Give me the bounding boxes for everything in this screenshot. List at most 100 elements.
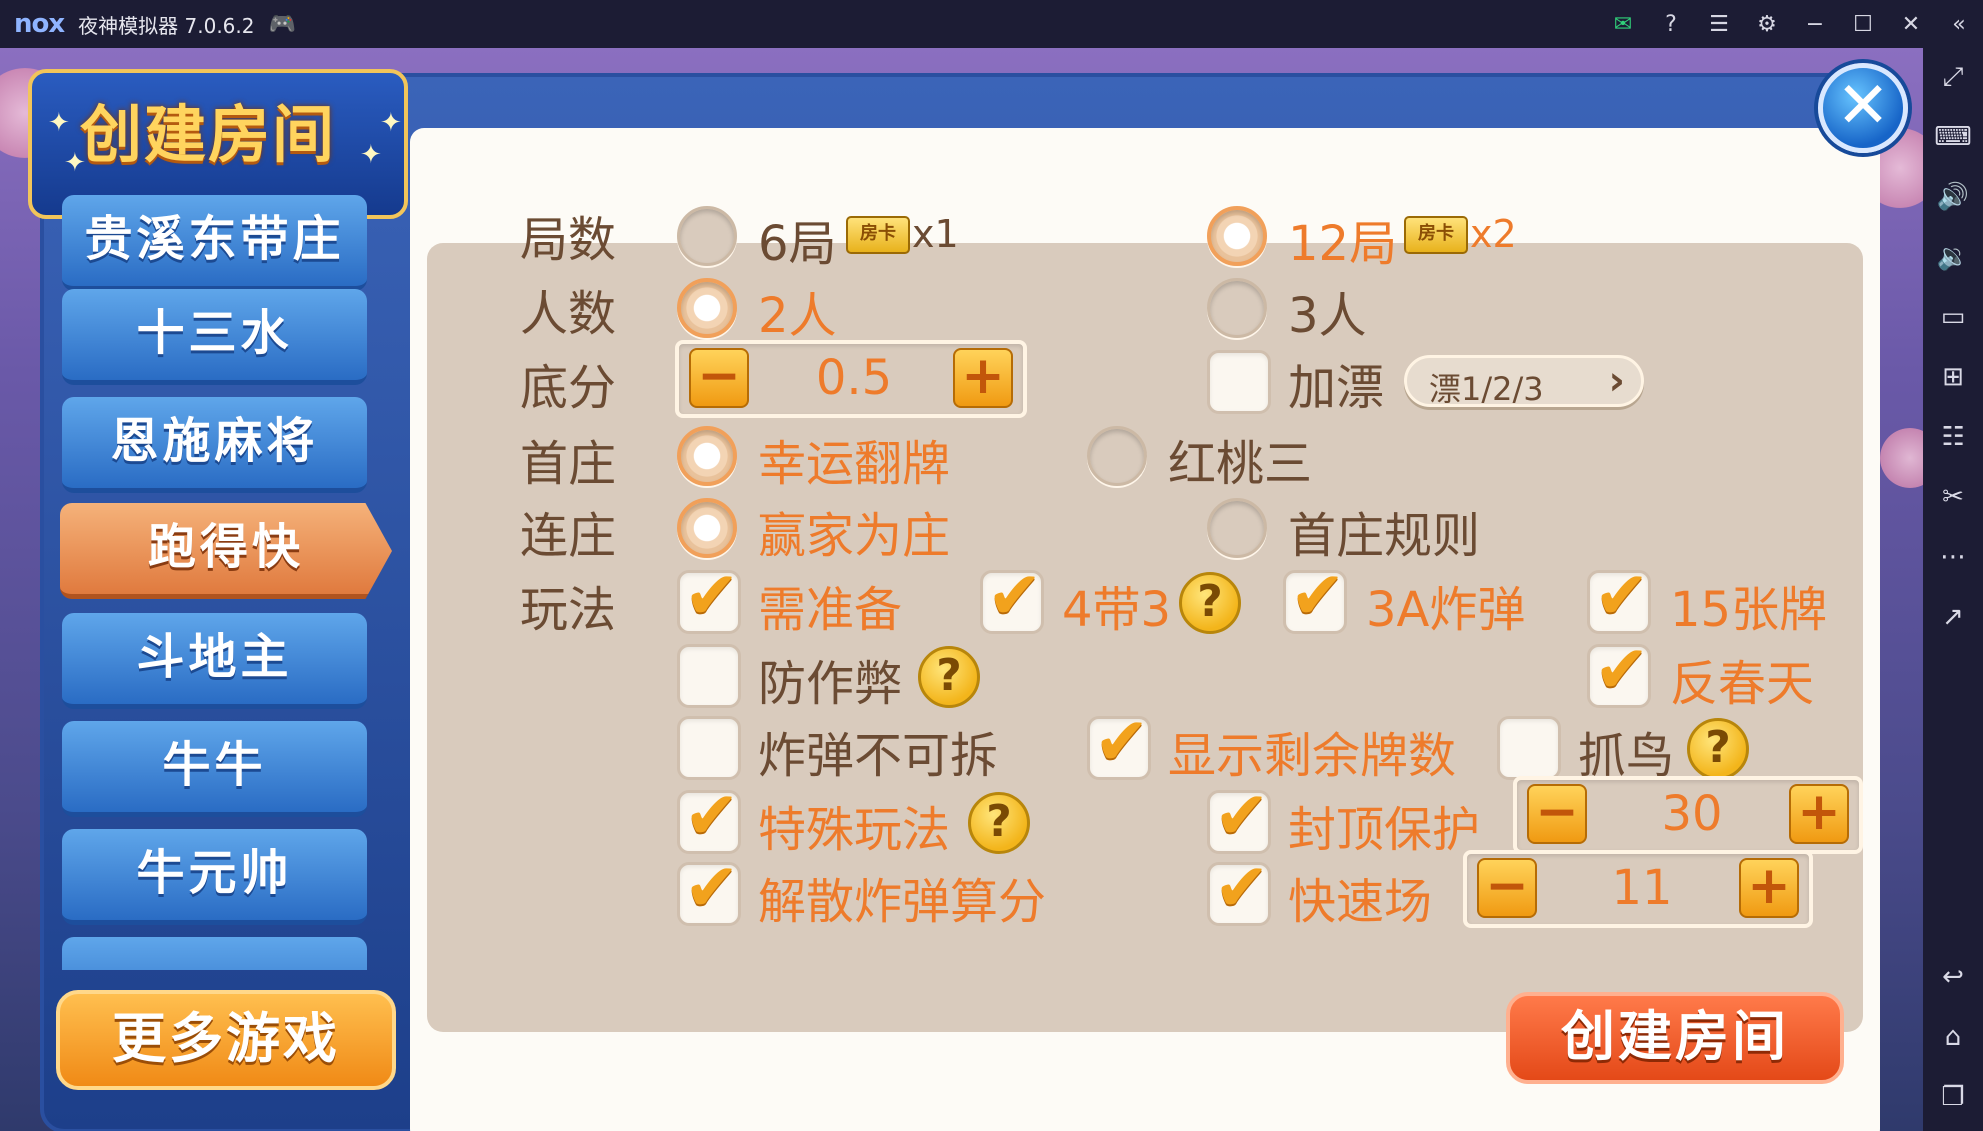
first-banker-rule-radio[interactable] [1207,498,1267,558]
anti-cheat-checkbox[interactable] [677,644,741,708]
anti-cheat-help-icon[interactable]: ? [918,646,980,708]
create-room-button[interactable]: 创建房间 [1506,992,1844,1084]
anti-cheat-text: 防作弊 [758,656,903,712]
players-2-radio[interactable] [677,278,737,338]
back-icon[interactable]: ↩ [1923,962,1983,992]
window-title: 夜神模拟器 7.0.6.2 [78,13,255,38]
room-card-icon: 房卡 [846,216,910,254]
base-score-minus-button[interactable]: − [689,348,749,408]
check-icon: ✔ [1290,557,1346,634]
cap-protect-checkbox[interactable]: ✔ [1207,777,1271,854]
check-icon: ✔ [1094,703,1150,780]
cap-protect-minus-button[interactable]: − [1527,784,1587,844]
cap-protect-value: 30 [1661,786,1723,842]
close-dialog-button[interactable]: ✕ [1818,63,1908,153]
close-icon[interactable]: ✕ [1887,12,1935,37]
recent-apps-icon[interactable]: ❐ [1923,1082,1983,1112]
quick-game-text: 快速场 [1288,874,1433,930]
quick-game-minus-button[interactable]: − [1477,858,1537,918]
game-item-partial[interactable] [62,937,367,970]
minimize-icon[interactable]: − [1791,12,1839,37]
piao-select[interactable]: 漂1/2/3 › [1404,355,1644,408]
apk-install-icon[interactable]: ⊞ [1923,362,1983,392]
dissolve-bomb-text: 解散炸弹算分 [758,874,1047,930]
more-icon[interactable]: ⋯ [1923,542,1983,572]
maximize-icon[interactable]: ☐ [1839,12,1887,37]
bomb-no-split-checkbox[interactable] [677,716,741,780]
need-ready-checkbox[interactable]: ✔ [677,557,741,634]
base-score-value: 0.5 [815,350,893,406]
blossom-decoration [1880,428,1923,488]
help-icon[interactable]: ? [1647,12,1695,37]
menu-icon[interactable]: ☰ [1695,12,1743,37]
game-item-paodekuai[interactable]: 跑得快 [60,503,392,599]
lucky-flip-radio[interactable] [677,426,737,486]
game-item-enshi-mahjong[interactable]: 恩施麻将 [62,397,367,493]
fifteen-cards-checkbox[interactable]: ✔ [1587,557,1651,634]
three-a-bomb-checkbox[interactable]: ✔ [1283,557,1347,634]
heart-three-text: 红桃三 [1168,436,1313,492]
settings-icon[interactable]: ⚙ [1743,12,1791,37]
rounds-label: 局数 [520,212,617,268]
heart-three-radio[interactable] [1087,426,1147,486]
keyboard-icon[interactable]: ⌨ [1923,122,1983,152]
special-play-text: 特殊玩法 [758,802,951,858]
share-icon[interactable]: ↗ [1923,602,1983,632]
star-icon: ✦ [48,108,70,138]
multi-open-icon[interactable]: ☷ [1923,422,1983,452]
base-score-plus-button[interactable]: + [953,348,1013,408]
piao-label: 加漂 [1288,360,1385,416]
four-with-three-checkbox[interactable]: ✔ [980,557,1044,634]
bomb-no-split-text: 炸弹不可拆 [758,728,999,784]
rounds-12-multiplier: x2 [1470,212,1517,256]
check-icon: ✔ [684,849,740,926]
game-item-niuyuanshuai[interactable]: 牛元帅 [62,829,367,925]
mail-icon[interactable]: ✉ [1599,12,1647,37]
screen-icon[interactable]: ▭ [1923,302,1983,332]
game-item-shisanshui[interactable]: 十三水 [62,289,367,385]
room-card-icon: 房卡 [1404,216,1468,254]
winner-banker-radio[interactable] [677,498,737,558]
volume-up-icon[interactable]: 🔊 [1923,182,1983,212]
window-titlebar: nox 夜神模拟器 7.0.6.2 🎮 ✉ ? ☰ ⚙ − ☐ ✕ « [0,0,1983,48]
fullscreen-icon[interactable]: ⤢ [1923,62,1983,93]
quick-game-plus-button[interactable]: + [1739,858,1799,918]
quick-game-checkbox[interactable]: ✔ [1207,849,1271,926]
collapse-icon[interactable]: « [1935,12,1983,37]
base-score-stepper: − 0.5 + [675,340,1027,418]
reverse-spring-checkbox[interactable]: ✔ [1587,631,1651,708]
four-with-three-help-icon[interactable]: ? [1179,572,1241,634]
show-remaining-checkbox[interactable]: ✔ [1087,703,1151,780]
more-games-button[interactable]: 更多游戏 [56,990,396,1090]
game-item-guixi[interactable]: 贵溪东带庄 [62,195,367,291]
winner-banker-text: 赢家为庄 [758,508,951,564]
catch-bird-help-icon[interactable]: ? [1687,718,1749,780]
volume-down-icon[interactable]: 🔉 [1923,242,1983,272]
cap-protect-stepper: − 30 + [1513,776,1863,854]
first-banker-label: 首庄 [520,436,617,492]
special-play-checkbox[interactable]: ✔ [677,777,741,854]
cap-protect-plus-button[interactable]: + [1789,784,1849,844]
players-3-radio[interactable] [1207,278,1267,338]
star-icon: ✦ [380,108,402,138]
players-3-text: 3人 [1288,288,1367,344]
home-icon[interactable]: ⌂ [1923,1022,1983,1052]
dissolve-bomb-checkbox[interactable]: ✔ [677,849,741,926]
star-icon: ✦ [360,140,382,170]
check-icon: ✔ [684,557,740,634]
rounds-6-multiplier: x1 [912,212,959,256]
quick-game-stepper: − 11 + [1463,850,1813,928]
check-icon: ✔ [1594,557,1650,634]
emulator-sidebar: ⤢ ⌨ 🔊 🔉 ▭ ⊞ ☷ ✂ ⋯ ↗ ↩ ⌂ ❐ [1923,48,1983,1131]
game-item-niuniu[interactable]: 牛牛 [62,721,367,817]
first-banker-rule-text: 首庄规则 [1288,508,1481,564]
scissors-icon[interactable]: ✂ [1923,482,1983,512]
rounds-12-radio[interactable] [1207,206,1267,266]
special-play-help-icon[interactable]: ? [968,792,1030,854]
check-icon: ✔ [987,557,1043,634]
piao-checkbox[interactable] [1207,350,1271,414]
catch-bird-checkbox[interactable] [1497,716,1561,780]
game-item-doudizhu[interactable]: 斗地主 [62,613,367,709]
gamepad-icon[interactable]: 🎮 [268,12,295,37]
rounds-6-radio[interactable] [677,206,737,266]
